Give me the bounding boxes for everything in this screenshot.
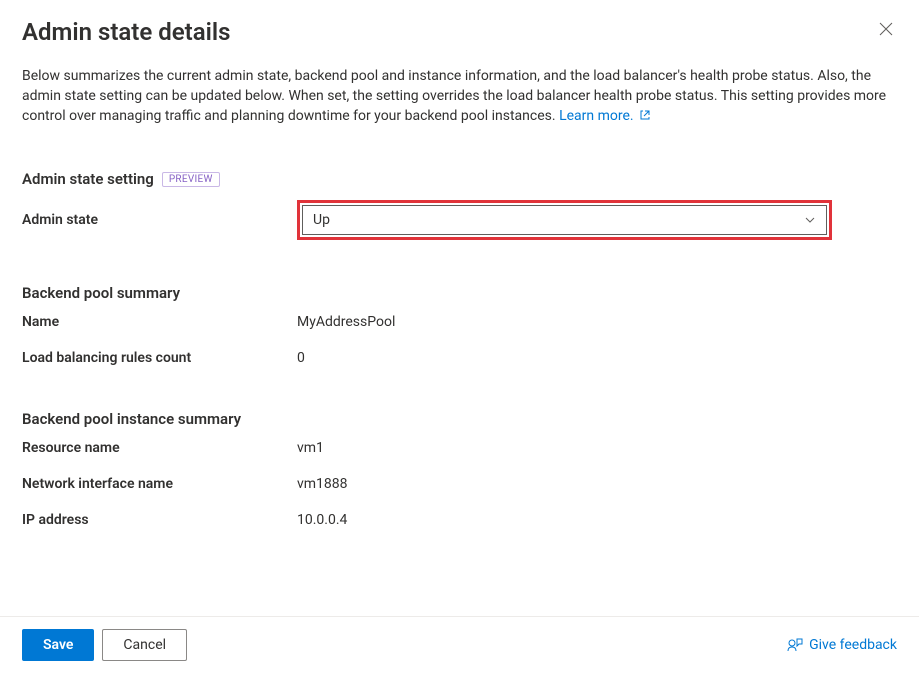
admin-state-dropdown[interactable]: Up <box>302 205 827 235</box>
table-row: Name MyAddressPool <box>22 314 897 330</box>
lb-rules-count-label: Load balancing rules count <box>22 350 297 366</box>
table-row: IP address 10.0.0.4 <box>22 512 897 528</box>
description-body: Below summarizes the current admin state… <box>22 68 886 124</box>
backend-pool-name-label: Name <box>22 314 297 330</box>
section-heading-admin-state: Admin state setting PREVIEW <box>22 170 897 188</box>
ip-address-value: 10.0.0.4 <box>297 512 347 528</box>
admin-state-dropdown-highlight: Up <box>297 200 832 240</box>
section-heading-backend-pool: Backend pool summary <box>22 284 897 302</box>
table-row: Network interface name vm1888 <box>22 476 897 492</box>
description-text: Below summarizes the current admin state… <box>22 66 897 126</box>
close-icon <box>879 22 893 36</box>
section-heading-admin-state-label: Admin state setting <box>22 170 154 188</box>
table-row: Load balancing rules count 0 <box>22 350 897 366</box>
page-title: Admin state details <box>22 18 230 46</box>
admin-state-label: Admin state <box>22 212 297 228</box>
nic-name-label: Network interface name <box>22 476 297 492</box>
section-heading-instance: Backend pool instance summary <box>22 410 897 428</box>
cancel-button[interactable]: Cancel <box>102 629 187 661</box>
resource-name-value: vm1 <box>297 440 324 456</box>
feedback-icon <box>787 637 803 653</box>
nic-name-value: vm1888 <box>297 476 348 492</box>
footer-bar: Save Cancel Give feedback <box>0 616 919 673</box>
resource-name-label: Resource name <box>22 440 297 456</box>
table-row: Resource name vm1 <box>22 440 897 456</box>
learn-more-label: Learn more. <box>559 108 634 124</box>
give-feedback-label: Give feedback <box>809 637 897 653</box>
admin-state-dropdown-value: Up <box>313 212 330 228</box>
ip-address-label: IP address <box>22 512 297 528</box>
save-button[interactable]: Save <box>22 629 94 661</box>
lb-rules-count-value: 0 <box>297 350 305 366</box>
preview-badge: PREVIEW <box>162 172 220 187</box>
backend-pool-name-value: MyAddressPool <box>297 314 395 330</box>
give-feedback-link[interactable]: Give feedback <box>787 637 897 653</box>
chevron-down-icon <box>804 214 816 226</box>
external-link-icon <box>639 109 651 121</box>
close-button[interactable] <box>875 18 897 44</box>
learn-more-link[interactable]: Learn more. <box>559 108 651 124</box>
